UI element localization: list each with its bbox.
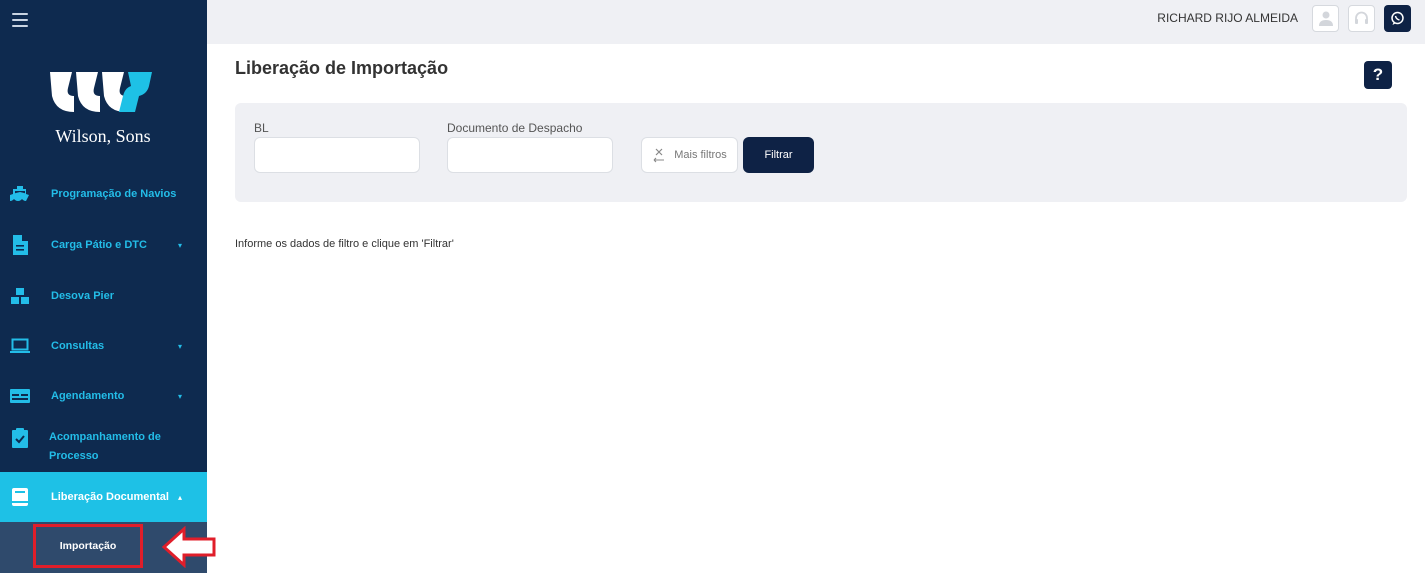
whatsapp-button[interactable] — [1384, 5, 1411, 32]
sidebar-item-consultas[interactable]: Consultas ▾ — [0, 334, 207, 358]
help-button[interactable]: ? — [1364, 61, 1392, 89]
user-profile-button[interactable] — [1312, 5, 1339, 32]
sidebar-item-carga-patio-dtc[interactable]: Carga Pátio e DTC ▾ — [0, 233, 207, 257]
bl-label: BL — [254, 121, 269, 135]
clipboard-check-icon — [10, 428, 30, 448]
wilson-sons-logo-icon — [50, 72, 152, 112]
documento-despacho-label: Documento de Despacho — [447, 121, 583, 135]
sidebar-item-agendamento[interactable]: Agendamento ▾ — [0, 384, 207, 408]
chevron-up-icon: ▴ — [178, 492, 183, 502]
page-title: Liberação de Importação — [235, 58, 449, 78]
brand-name: Wilson, Sons — [55, 126, 151, 146]
boxes-icon — [10, 286, 30, 306]
topbar: RICHARD RIJO ALMEIDA — [207, 0, 1425, 44]
chevron-down-icon: ▾ — [178, 240, 183, 250]
filter-button[interactable]: Filtrar — [743, 137, 814, 173]
sidebar-item-liberacao-documental[interactable]: Liberação Documental ▴ — [0, 472, 207, 522]
laptop-icon — [10, 336, 30, 356]
headset-icon — [1355, 11, 1368, 24]
info-message: Informe os dados de filtro e clique em '… — [235, 238, 454, 250]
sidebar: Wilson, Sons Programação de Navios Carga… — [0, 0, 207, 573]
chevron-down-icon: ▾ — [178, 391, 183, 401]
sidebar-item-programacao-navios[interactable]: Programação de Navios — [0, 182, 207, 206]
book-icon — [10, 487, 30, 507]
submenu-item-importacao[interactable]: Importação — [33, 524, 143, 568]
sidebar-item-desova-pier[interactable]: Desova Pier — [0, 284, 207, 308]
more-filters-button[interactable]: Mais filtros — [641, 137, 738, 173]
calendar-icon — [10, 386, 30, 406]
user-icon — [1318, 11, 1333, 26]
menu-icon[interactable] — [12, 13, 28, 27]
brand-logo: Wilson, Sons — [48, 68, 158, 148]
pointer-arrow-icon — [161, 526, 216, 568]
user-name: RICHARD RIJO ALMEIDA — [1157, 11, 1298, 25]
more-filters-label: Mais filtros — [674, 149, 727, 161]
documento-despacho-input[interactable] — [447, 137, 613, 173]
chevron-down-icon: ▾ — [178, 341, 183, 351]
sidebar-item-acompanhamento-processo[interactable]: Acompanhamento de Processo — [0, 428, 207, 466]
filter-button-label: Filtrar — [764, 149, 793, 161]
whatsapp-icon — [1391, 11, 1404, 25]
document-icon — [10, 235, 30, 255]
ship-icon — [10, 184, 30, 204]
filter-panel: BL Documento de Despacho Mais filtros Fi… — [235, 103, 1407, 202]
bl-input[interactable] — [254, 137, 420, 173]
filter-toggle-icon — [653, 148, 665, 163]
support-button[interactable] — [1348, 5, 1375, 32]
help-icon: ? — [1372, 65, 1384, 84]
